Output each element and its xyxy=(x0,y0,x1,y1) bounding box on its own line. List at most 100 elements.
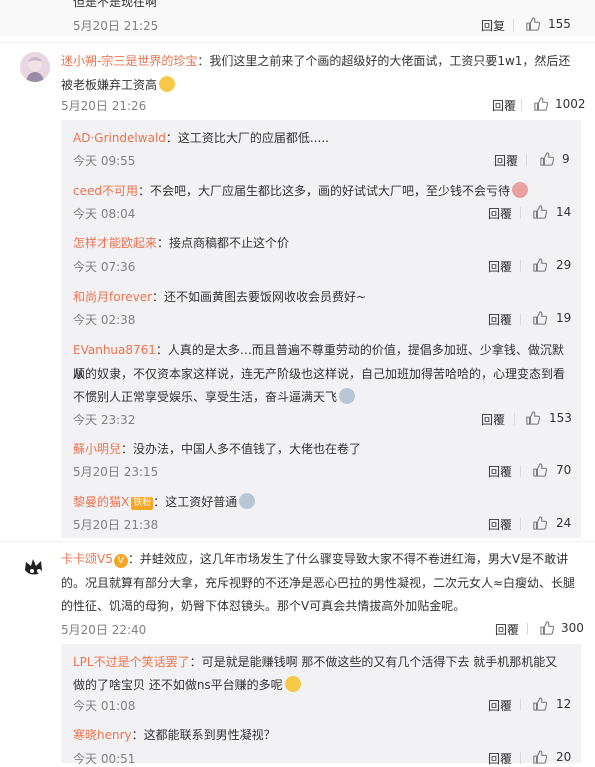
reply-body: LPL不过是个笑话罢了：可是就是能赚钱啊 那不做这些的又有几个活得下去 就手机那… xyxy=(73,650,575,674)
reply-text: ：这都能联系到男性凝视？ xyxy=(131,728,276,742)
like-count: 24 xyxy=(556,516,572,530)
divider xyxy=(0,541,595,542)
username-link[interactable]: AD·Grindelwald xyxy=(73,131,166,145)
divider xyxy=(513,19,514,31)
reply-body: 黎曼的猫X 铁粉 ：这工资好普通 xyxy=(73,490,575,514)
reply-body: 蘇小明兒：没办法，中国人多不值钱了，大佬也在卷了 xyxy=(73,437,575,461)
username-link[interactable]: EVanhua8761 xyxy=(73,343,156,357)
reply-text: ：这工资好普通 xyxy=(153,495,238,509)
comment-body: 卡卡颂V5 V ：并蛙效应，这几年市场发生了什么骤变导致大家不得不卷进红海，男大V是… xyxy=(61,547,580,571)
reply-time: 今天 09:55 xyxy=(73,154,136,168)
previous-comment-tail: 但是不是现在啊 5月20日 21:25 回复 155 xyxy=(0,0,595,36)
username-link[interactable]: LPL不过是个笑话罢了 xyxy=(73,655,190,669)
like-count: 155 xyxy=(548,17,571,31)
like-icon[interactable] xyxy=(533,258,547,272)
reply-button[interactable]: 回覆 xyxy=(488,750,512,767)
reply-text-line3: 不惯别人正常享受娱乐、享受生活，奋斗逼满天飞 xyxy=(73,390,338,404)
username-link[interactable]: 蘇小明兒 xyxy=(73,442,121,456)
reply-time: 今天 02:38 xyxy=(73,313,136,327)
reply-button[interactable]: 回覆 xyxy=(495,621,519,638)
divider xyxy=(514,413,515,425)
like-icon[interactable] xyxy=(526,411,540,425)
reply-time: 今天 01:08 xyxy=(73,699,136,713)
reply-text: ：还不如画黄图去要饭网收收会员费好~ xyxy=(152,290,367,304)
like-count: 14 xyxy=(556,205,572,219)
reply-body: 和尚月forever：还不如画黄图去要饭网收收会员费好~ xyxy=(73,285,575,309)
fan-badge: 铁粉 xyxy=(131,497,154,510)
avatar[interactable] xyxy=(20,553,50,583)
reply-button[interactable]: 回覆 xyxy=(488,205,512,222)
comment-time: 5月20日 21:26 xyxy=(61,99,147,113)
reply-button[interactable]: 回覆 xyxy=(488,697,512,714)
reply-time: 今天 00:51 xyxy=(73,752,136,766)
like-icon[interactable] xyxy=(533,311,547,325)
like-icon[interactable] xyxy=(533,697,547,711)
reply-button[interactable]: 回覆 xyxy=(481,411,505,428)
comment-time: 5月20日 21:25 xyxy=(73,19,159,33)
username-link[interactable]: 黎曼的猫X xyxy=(73,495,129,509)
divider xyxy=(0,42,595,43)
comment-time: 5月20日 22:40 xyxy=(61,623,147,637)
like-icon[interactable] xyxy=(533,463,547,477)
reply-text-line1: ：可是就是能赚钱啊 那不做这些的又有几个活得下去 就手机那机能又 xyxy=(189,655,558,669)
username-link[interactable]: ceed不可用 xyxy=(73,184,138,198)
like-count: 12 xyxy=(556,697,572,711)
reply-text-line2: 做的了啥宝贝 还不如做ns平台赚的多呢 xyxy=(73,678,283,692)
reply-text: ：没办法，中国人多不值钱了，大佬也在卷了 xyxy=(121,442,362,456)
like-count: 300 xyxy=(561,621,584,635)
username-link[interactable]: 迷小朔-宗三是世界的珍宝 xyxy=(61,54,197,68)
reply-time: 5月20日 21:38 xyxy=(73,518,159,532)
reply-body: AD·Grindelwald：这工资比大厂的应届都低..... xyxy=(73,126,575,150)
reply-button[interactable]: 回复 xyxy=(481,17,505,34)
like-icon[interactable] xyxy=(534,97,548,111)
like-count: 9 xyxy=(562,152,570,166)
like-count: 153 xyxy=(549,411,572,425)
reply-button[interactable]: 回覆 xyxy=(492,97,516,114)
crying-emoji-icon xyxy=(159,76,176,92)
reply-time: 今天 07:36 xyxy=(73,260,136,274)
reply-body: 寒晓henry：这都能联系到男性凝视？ xyxy=(73,723,575,747)
reply-text: ：不会吧，大厂应届生都比这多，画的好试试大厂吧，至少钱不会亏待 xyxy=(137,184,510,198)
like-count: 70 xyxy=(556,463,572,477)
reply-time: 今天 08:04 xyxy=(73,207,136,221)
reply-text: ：接点商稿都不止这个价 xyxy=(157,236,290,250)
divider xyxy=(520,752,521,764)
like-icon[interactable] xyxy=(540,152,554,166)
like-count: 19 xyxy=(556,311,572,325)
reply-button[interactable]: 回覆 xyxy=(488,516,512,533)
divider xyxy=(520,207,521,219)
verified-v-icon: V xyxy=(113,554,128,568)
reply-button[interactable]: 回覆 xyxy=(488,311,512,328)
face-emoji-icon xyxy=(239,493,256,509)
reply-button[interactable]: 回覆 xyxy=(488,258,512,275)
divider xyxy=(520,518,521,530)
comment-text-line2: 的。况且就算有部分大拿，充斥视野的不还净是恶心巴拉的男性凝视，二次元女人≈白瘦幼… xyxy=(61,576,576,590)
username-link[interactable]: 怎样才能欧起来 xyxy=(73,236,157,250)
face-emoji-icon xyxy=(512,182,528,198)
username-link[interactable]: 卡卡颂V5 xyxy=(61,552,113,566)
reply-time: 今天 23:32 xyxy=(73,413,136,427)
reply-text-line2: 从的奴隶，不仅资本家这样说，连无产阶级也这样说，自己加班加得苦哈哈的，心理变态到… xyxy=(73,367,566,381)
like-icon[interactable] xyxy=(533,516,547,530)
divider xyxy=(520,313,521,325)
divider xyxy=(521,99,522,111)
like-icon[interactable] xyxy=(533,205,547,219)
reply-button[interactable]: 回覆 xyxy=(488,463,512,480)
username-link[interactable]: 和尚月forever xyxy=(73,290,152,304)
comment-body: 迷小朔-宗三是世界的珍宝：我们这里之前来了个画的超级好的大佬面试，工资只要1w1… xyxy=(61,49,580,97)
reply-text: ：这工资比大厂的应届都低..... xyxy=(165,131,329,145)
like-icon[interactable] xyxy=(540,621,554,635)
like-count: 20 xyxy=(556,750,572,764)
reply-body-line2: 做的了啥宝贝 还不如做ns平台赚的多呢 xyxy=(73,673,575,697)
avatar[interactable] xyxy=(20,52,50,82)
like-icon[interactable] xyxy=(526,17,540,31)
partial-text: 但是不是现在啊 xyxy=(73,0,158,9)
username-link[interactable]: 寒晓henry xyxy=(73,728,132,742)
like-count: 1002 xyxy=(555,97,586,111)
divider xyxy=(520,260,521,272)
reply-button[interactable]: 回覆 xyxy=(494,152,518,169)
like-icon[interactable] xyxy=(533,750,547,764)
divider xyxy=(526,154,527,166)
face-emoji-icon xyxy=(339,388,356,404)
smirk-emoji-icon xyxy=(284,676,301,692)
